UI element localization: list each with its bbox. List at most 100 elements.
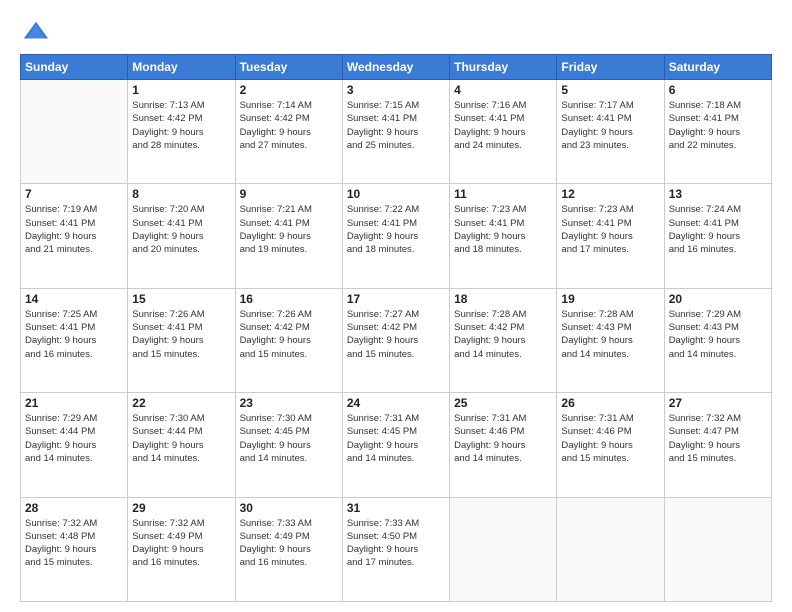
day-number: 18 — [454, 292, 552, 306]
calendar-header-friday: Friday — [557, 55, 664, 80]
logo-icon — [22, 18, 50, 46]
page: SundayMondayTuesdayWednesdayThursdayFrid… — [0, 0, 792, 612]
day-number: 27 — [669, 396, 767, 410]
calendar-cell: 20Sunrise: 7:29 AMSunset: 4:43 PMDayligh… — [664, 288, 771, 392]
day-info: Sunrise: 7:25 AMSunset: 4:41 PMDaylight:… — [25, 308, 123, 361]
day-info: Sunrise: 7:18 AMSunset: 4:41 PMDaylight:… — [669, 99, 767, 152]
day-info: Sunrise: 7:33 AMSunset: 4:49 PMDaylight:… — [240, 517, 338, 570]
logo — [20, 18, 50, 46]
calendar-cell: 21 Sunrise: 7:29 AMSunset: 4:44 PMDayligh… — [21, 393, 128, 497]
day-number: 8 — [132, 187, 230, 201]
day-info: Sunrise: 7:32 AMSunset: 4:49 PMDaylight:… — [132, 517, 230, 570]
day-number: 26 — [561, 396, 659, 410]
calendar-cell — [664, 497, 771, 601]
day-info: Sunrise: 7:13 AMSunset: 4:42 PMDaylight:… — [132, 99, 230, 152]
day-number: 12 — [561, 187, 659, 201]
calendar-cell: 8 Sunrise: 7:20 AMSunset: 4:41 PMDaylight… — [128, 184, 235, 288]
day-number: 1 — [132, 83, 230, 97]
day-info: Sunrise: 7:20 AMSunset: 4:41 PMDaylight:… — [132, 203, 230, 256]
day-info: Sunrise: 7:23 AMSunset: 4:41 PMDaylight:… — [454, 203, 552, 256]
calendar-cell: 28Sunrise: 7:32 AMSunset: 4:48 PMDayligh… — [21, 497, 128, 601]
day-number: 19 — [561, 292, 659, 306]
day-info: Sunrise: 7:33 AMSunset: 4:50 PMDaylight:… — [347, 517, 445, 570]
calendar-header-tuesday: Tuesday — [235, 55, 342, 80]
day-info: Sunrise: 7:24 AMSunset: 4:41 PMDaylight:… — [669, 203, 767, 256]
calendar-cell: 23 Sunrise: 7:30 AMSunset: 4:45 PMDayligh… — [235, 393, 342, 497]
calendar-cell: 27 Sunrise: 7:32 AMSunset: 4:47 PMDayligh… — [664, 393, 771, 497]
day-info: Sunrise: 7:31 AMSunset: 4:46 PMDaylight:… — [454, 412, 552, 465]
day-number: 10 — [347, 187, 445, 201]
calendar-header-row: SundayMondayTuesdayWednesdayThursdayFrid… — [21, 55, 772, 80]
day-number: 14 — [25, 292, 123, 306]
calendar-cell: 29 Sunrise: 7:32 AMSunset: 4:49 PMDayligh… — [128, 497, 235, 601]
calendar-cell: 22 Sunrise: 7:30 AMSunset: 4:44 PMDayligh… — [128, 393, 235, 497]
calendar-cell — [450, 497, 557, 601]
calendar-cell — [557, 497, 664, 601]
day-number: 23 — [240, 396, 338, 410]
calendar-cell: 12 Sunrise: 7:23 AMSunset: 4:41 PMDayligh… — [557, 184, 664, 288]
day-info: Sunrise: 7:27 AMSunset: 4:42 PMDaylight:… — [347, 308, 445, 361]
day-number: 3 — [347, 83, 445, 97]
day-info: Sunrise: 7:26 AMSunset: 4:41 PMDaylight:… — [132, 308, 230, 361]
calendar-header-monday: Monday — [128, 55, 235, 80]
day-info: Sunrise: 7:30 AMSunset: 4:44 PMDaylight:… — [132, 412, 230, 465]
day-number: 15 — [132, 292, 230, 306]
day-number: 17 — [347, 292, 445, 306]
day-info: Sunrise: 7:32 AMSunset: 4:48 PMDaylight:… — [25, 517, 123, 570]
day-number: 5 — [561, 83, 659, 97]
calendar-cell: 2Sunrise: 7:14 AMSunset: 4:42 PMDaylight… — [235, 80, 342, 184]
day-info: Sunrise: 7:17 AMSunset: 4:41 PMDaylight:… — [561, 99, 659, 152]
calendar-cell: 3 Sunrise: 7:15 AMSunset: 4:41 PMDaylight… — [342, 80, 449, 184]
day-info: Sunrise: 7:21 AMSunset: 4:41 PMDaylight:… — [240, 203, 338, 256]
day-info: Sunrise: 7:16 AMSunset: 4:41 PMDaylight:… — [454, 99, 552, 152]
calendar-cell: 13 Sunrise: 7:24 AMSunset: 4:41 PMDayligh… — [664, 184, 771, 288]
day-number: 13 — [669, 187, 767, 201]
calendar-cell: 1 Sunrise: 7:13 AMSunset: 4:42 PMDaylight… — [128, 80, 235, 184]
calendar-week-row: 28Sunrise: 7:32 AMSunset: 4:48 PMDayligh… — [21, 497, 772, 601]
day-number: 21 — [25, 396, 123, 410]
calendar-cell: 31 Sunrise: 7:33 AMSunset: 4:50 PMDayligh… — [342, 497, 449, 601]
calendar-week-row: 14 Sunrise: 7:25 AMSunset: 4:41 PMDayligh… — [21, 288, 772, 392]
calendar-cell: 16Sunrise: 7:26 AMSunset: 4:42 PMDayligh… — [235, 288, 342, 392]
calendar-cell: 24Sunrise: 7:31 AMSunset: 4:45 PMDayligh… — [342, 393, 449, 497]
calendar-header-saturday: Saturday — [664, 55, 771, 80]
day-info: Sunrise: 7:32 AMSunset: 4:47 PMDaylight:… — [669, 412, 767, 465]
calendar-cell: 19 Sunrise: 7:28 AMSunset: 4:43 PMDayligh… — [557, 288, 664, 392]
day-number: 25 — [454, 396, 552, 410]
calendar-week-row: 21 Sunrise: 7:29 AMSunset: 4:44 PMDayligh… — [21, 393, 772, 497]
day-info: Sunrise: 7:31 AMSunset: 4:45 PMDaylight:… — [347, 412, 445, 465]
day-info: Sunrise: 7:28 AMSunset: 4:43 PMDaylight:… — [561, 308, 659, 361]
day-number: 22 — [132, 396, 230, 410]
calendar-cell: 7 Sunrise: 7:19 AMSunset: 4:41 PMDaylight… — [21, 184, 128, 288]
calendar-cell: 4Sunrise: 7:16 AMSunset: 4:41 PMDaylight… — [450, 80, 557, 184]
day-info: Sunrise: 7:22 AMSunset: 4:41 PMDaylight:… — [347, 203, 445, 256]
calendar-cell: 11 Sunrise: 7:23 AMSunset: 4:41 PMDayligh… — [450, 184, 557, 288]
day-info: Sunrise: 7:15 AMSunset: 4:41 PMDaylight:… — [347, 99, 445, 152]
calendar-cell: 17 Sunrise: 7:27 AMSunset: 4:42 PMDayligh… — [342, 288, 449, 392]
calendar-header-wednesday: Wednesday — [342, 55, 449, 80]
calendar-week-row: 1 Sunrise: 7:13 AMSunset: 4:42 PMDaylight… — [21, 80, 772, 184]
day-info: Sunrise: 7:29 AMSunset: 4:44 PMDaylight:… — [25, 412, 123, 465]
calendar-cell: 6Sunrise: 7:18 AMSunset: 4:41 PMDaylight… — [664, 80, 771, 184]
calendar-cell: 15 Sunrise: 7:26 AMSunset: 4:41 PMDayligh… — [128, 288, 235, 392]
day-number: 31 — [347, 501, 445, 515]
day-number: 11 — [454, 187, 552, 201]
calendar: SundayMondayTuesdayWednesdayThursdayFrid… — [20, 54, 772, 602]
day-info: Sunrise: 7:19 AMSunset: 4:41 PMDaylight:… — [25, 203, 123, 256]
day-number: 29 — [132, 501, 230, 515]
day-number: 9 — [240, 187, 338, 201]
day-number: 7 — [25, 187, 123, 201]
calendar-cell: 5 Sunrise: 7:17 AMSunset: 4:41 PMDaylight… — [557, 80, 664, 184]
day-info: Sunrise: 7:29 AMSunset: 4:43 PMDaylight:… — [669, 308, 767, 361]
day-info: Sunrise: 7:30 AMSunset: 4:45 PMDaylight:… — [240, 412, 338, 465]
header — [20, 18, 772, 46]
calendar-cell: 14 Sunrise: 7:25 AMSunset: 4:41 PMDayligh… — [21, 288, 128, 392]
day-number: 16 — [240, 292, 338, 306]
day-info: Sunrise: 7:31 AMSunset: 4:46 PMDaylight:… — [561, 412, 659, 465]
day-info: Sunrise: 7:23 AMSunset: 4:41 PMDaylight:… — [561, 203, 659, 256]
calendar-cell: 30Sunrise: 7:33 AMSunset: 4:49 PMDayligh… — [235, 497, 342, 601]
calendar-cell: 18 Sunrise: 7:28 AMSunset: 4:42 PMDayligh… — [450, 288, 557, 392]
calendar-cell: 25 Sunrise: 7:31 AMSunset: 4:46 PMDayligh… — [450, 393, 557, 497]
day-number: 2 — [240, 83, 338, 97]
day-info: Sunrise: 7:28 AMSunset: 4:42 PMDaylight:… — [454, 308, 552, 361]
